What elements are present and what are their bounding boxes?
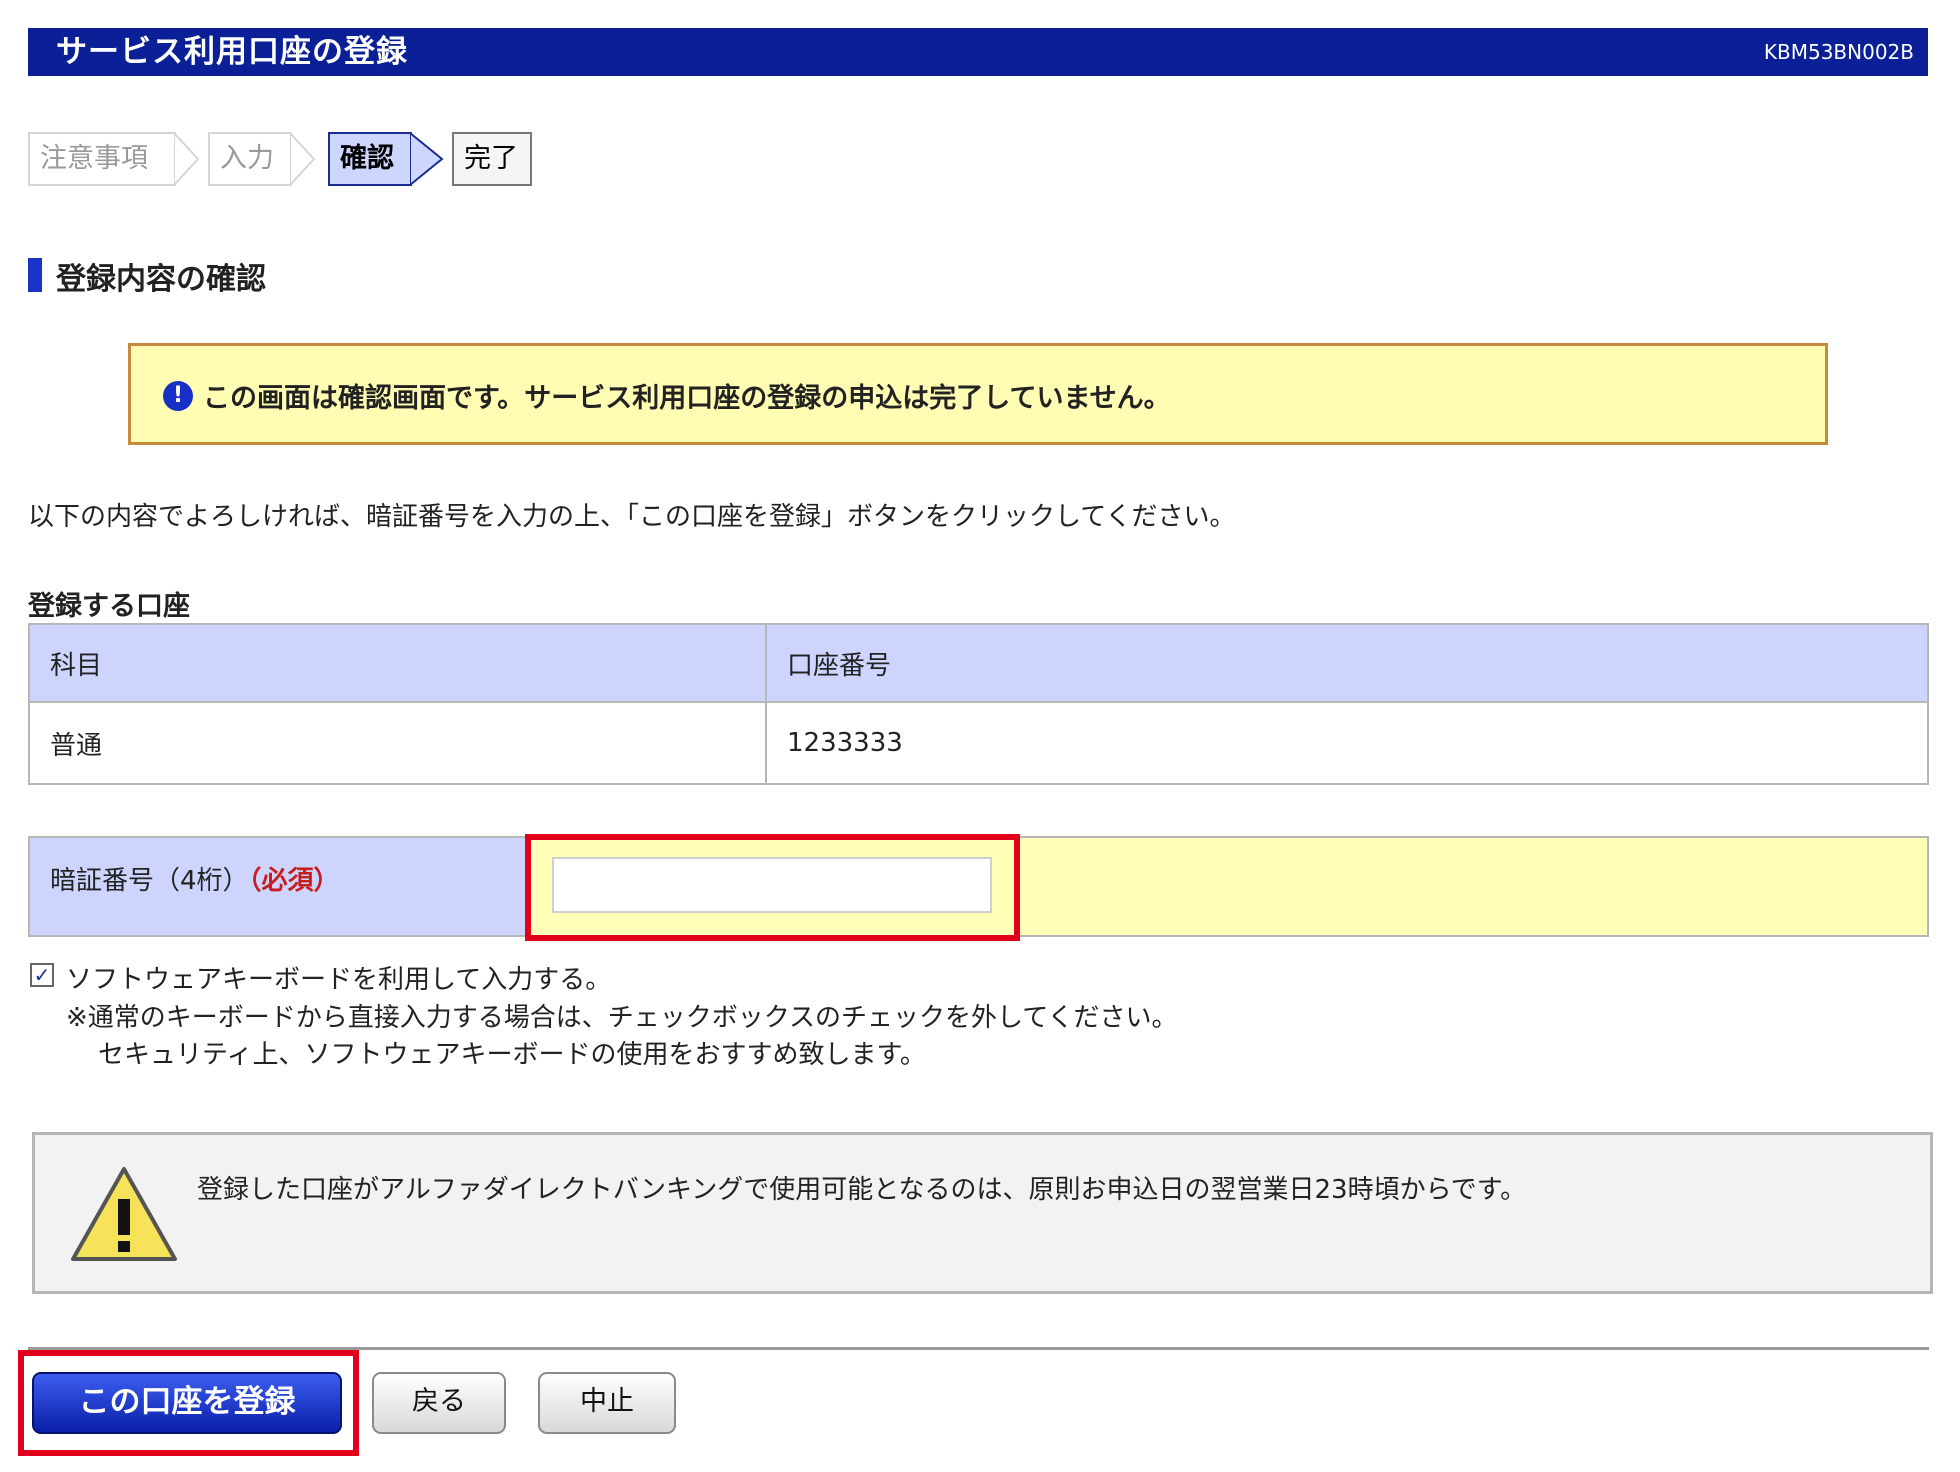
table-title: 登録する口座	[28, 591, 190, 622]
security-note: セキュリティ上、ソフトウェアキーボードの使用をおすすめ致します。	[98, 1040, 926, 1070]
step-confirm: 確認	[328, 132, 412, 186]
page-title: サービス利用口座の登録	[56, 34, 408, 70]
instruction-text: 以下の内容でよろしければ、暗証番号を入力の上、「この口座を登録」ボタンをクリック…	[28, 502, 1236, 532]
pin-label: 暗証番号（4桁）（必須）	[50, 860, 340, 897]
warning-icon	[71, 1167, 177, 1261]
pin-highlight-frame	[525, 834, 1020, 941]
account-type-cell: 普通	[28, 701, 767, 785]
cancel-button[interactable]: 中止	[538, 1372, 676, 1434]
info-icon: !	[163, 381, 193, 411]
register-account-button[interactable]: この口座を登録	[32, 1372, 342, 1434]
step-arrow-icon	[410, 132, 444, 186]
warning-text: 登録した口座がアルファダイレクトバンキングで使用可能となるのは、原則お申込日の翌…	[197, 1175, 1527, 1205]
section-marker	[28, 258, 42, 292]
section-title: 登録内容の確認	[56, 262, 266, 297]
account-number-cell: 1233333	[765, 701, 1929, 785]
step-notes: 注意事項	[28, 132, 176, 186]
account-table: 科目 口座番号 普通 1233333	[28, 623, 1929, 785]
screen-code: KBM53BN002B	[1763, 40, 1914, 64]
confirmation-notice: ! この画面は確認画面です。サービス利用口座の登録の申込は完了していません。	[128, 343, 1828, 445]
table-header-row: 科目 口座番号	[28, 623, 1929, 703]
pin-label-cell: 暗証番号（4桁）（必須）	[30, 838, 530, 935]
step-input: 入力	[208, 132, 292, 186]
software-keyboard-label: ソフトウェアキーボードを利用して入力する。	[66, 965, 612, 995]
required-marker: （必須）	[248, 866, 340, 896]
table-row: 普通 1233333	[28, 701, 1929, 785]
warning-box: 登録した口座がアルファダイレクトバンキングで使用可能となるのは、原則お申込日の翌…	[32, 1132, 1933, 1294]
step-arrow-icon	[290, 132, 316, 186]
step-arrow-icon	[174, 132, 200, 186]
back-button[interactable]: 戻る	[372, 1372, 506, 1434]
column-header-type: 科目	[28, 623, 767, 703]
header-bar: サービス利用口座の登録 KBM53BN002B	[28, 28, 1928, 76]
keyboard-note: ※通常のキーボードから直接入力する場合は、チェックボックスのチェックを外してくだ…	[66, 1003, 1178, 1033]
step-complete: 完了	[452, 132, 532, 186]
pin-label-text: 暗証番号（4桁）	[50, 866, 249, 896]
column-header-number: 口座番号	[765, 623, 1929, 703]
notice-text: この画面は確認画面です。サービス利用口座の登録の申込は完了していません。	[203, 383, 1171, 414]
software-keyboard-checkbox[interactable]: ✓	[30, 963, 54, 987]
